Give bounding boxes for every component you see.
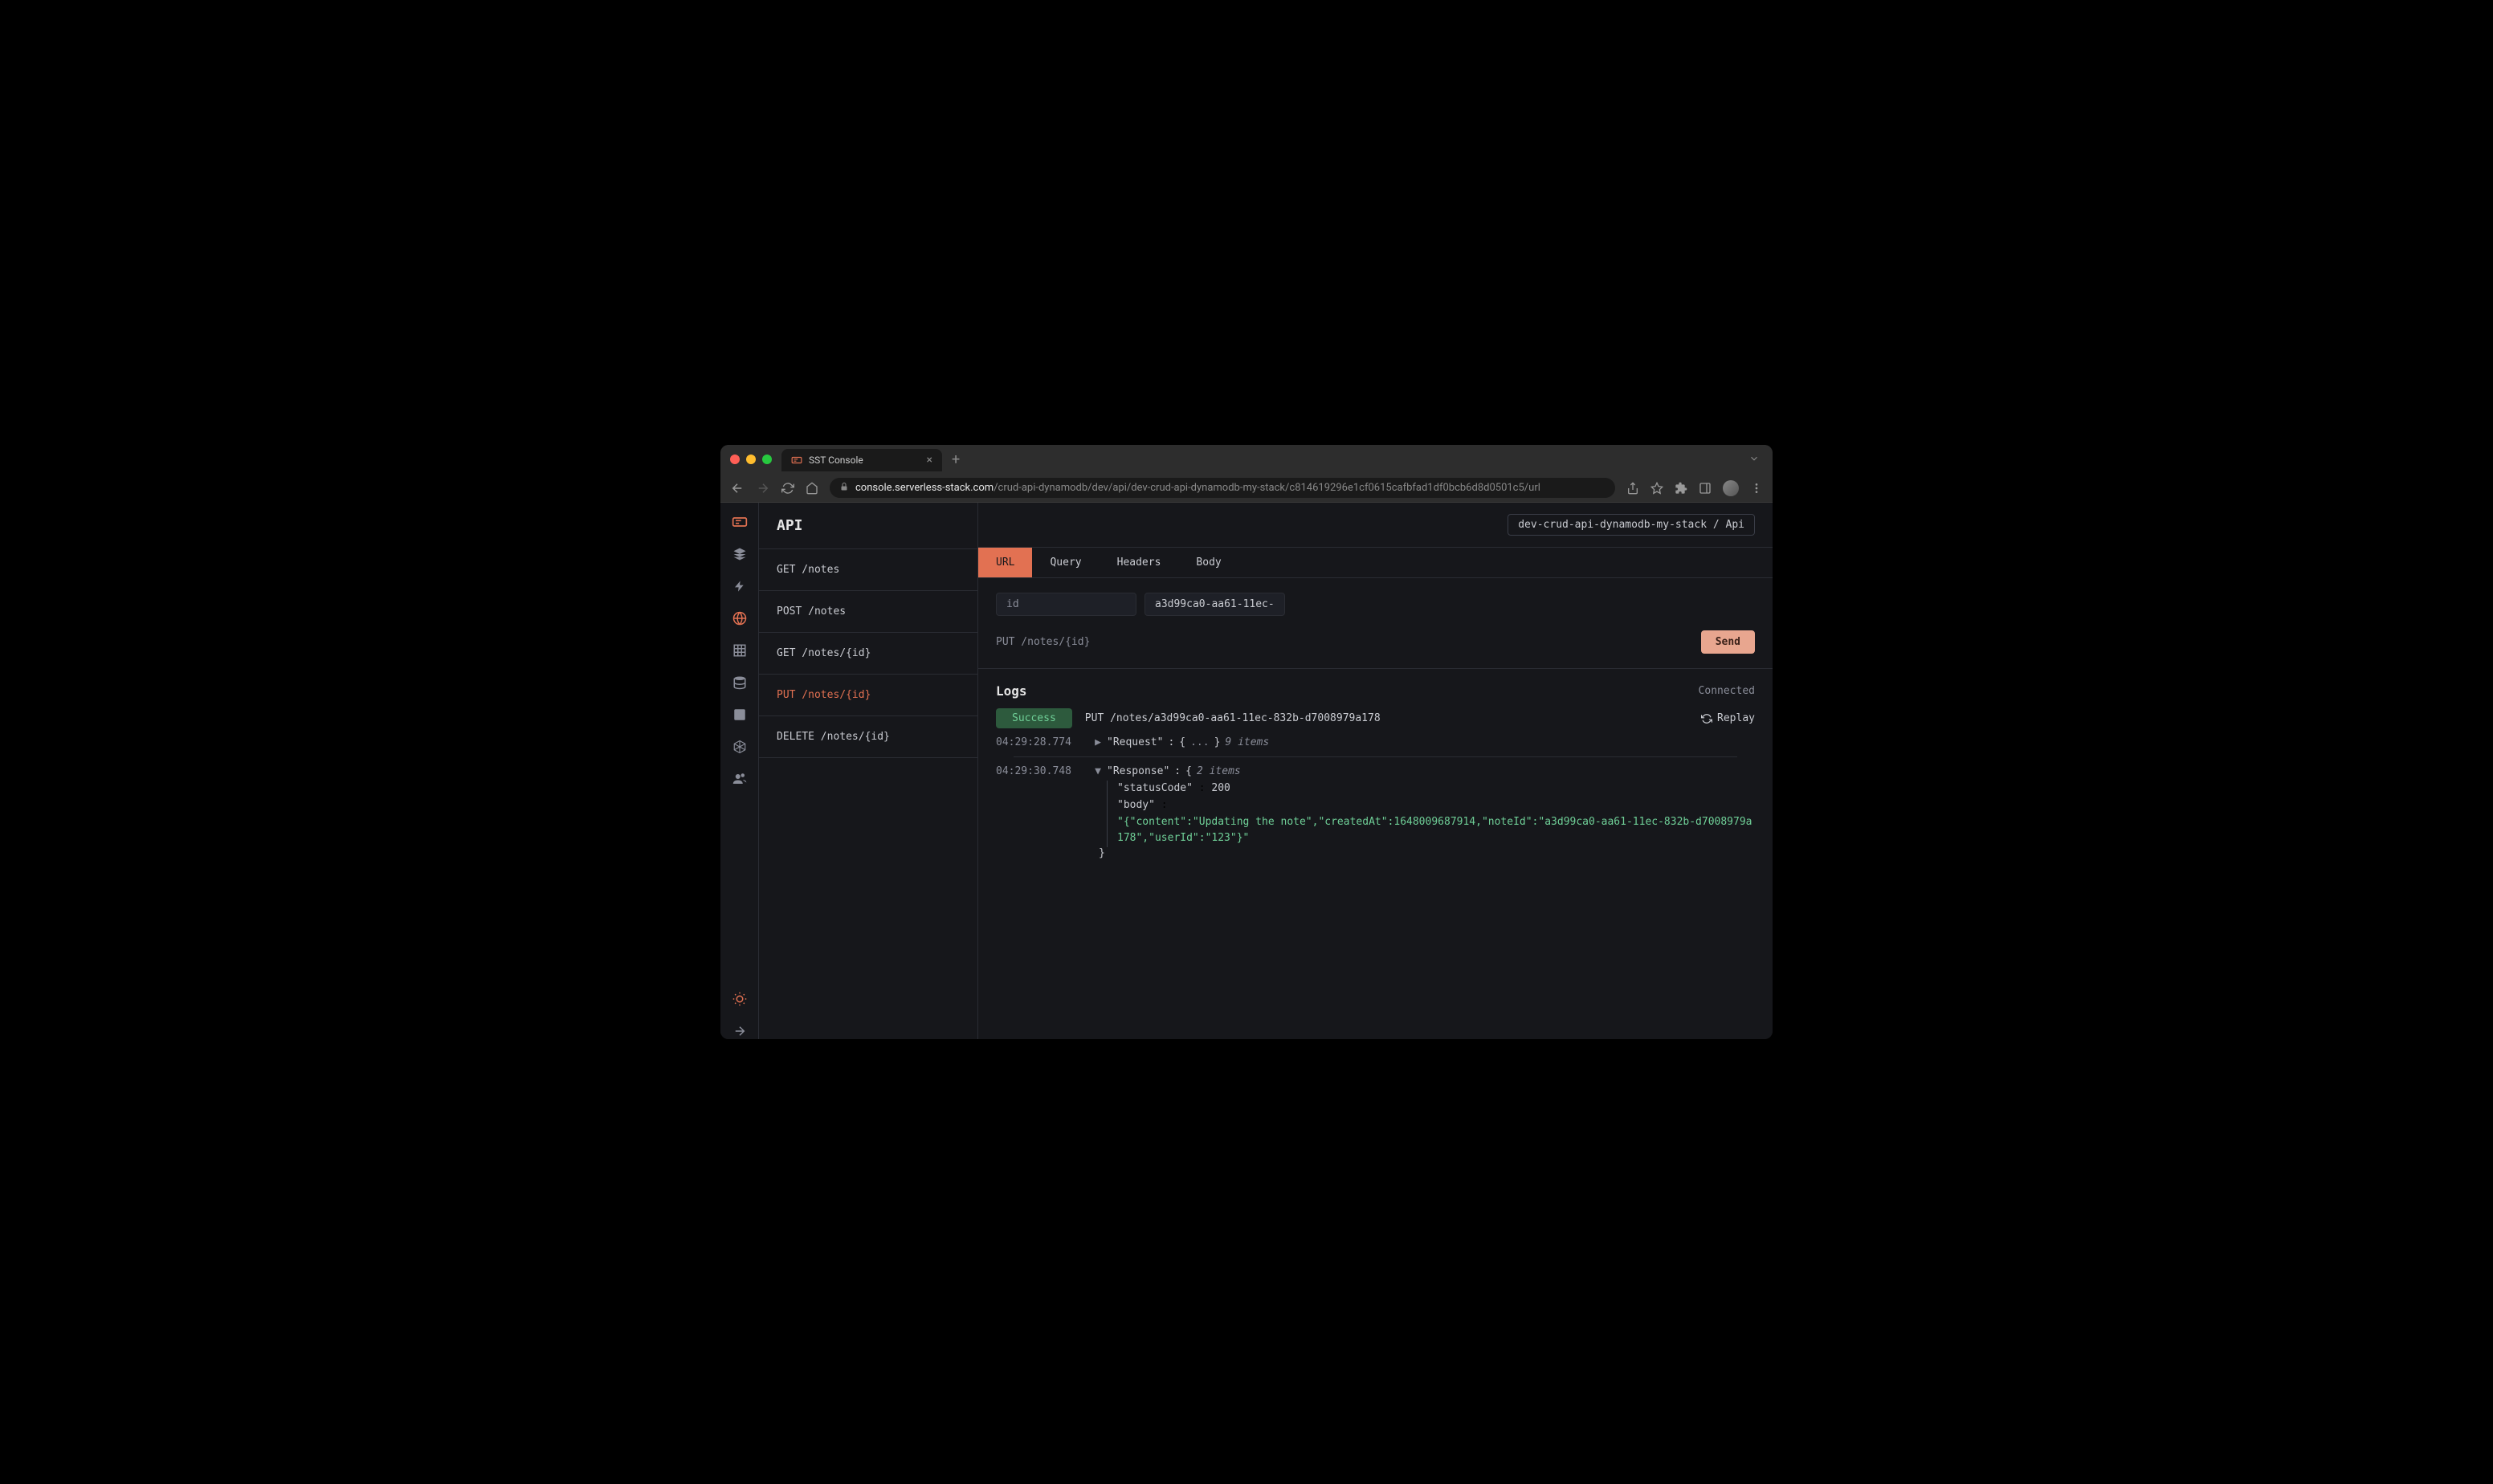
replay-label: Replay bbox=[1717, 712, 1755, 724]
traffic-lights bbox=[730, 455, 772, 464]
lock-icon bbox=[839, 482, 849, 494]
param-key-input[interactable] bbox=[996, 593, 1136, 616]
stacks-icon[interactable] bbox=[732, 546, 748, 562]
iconbar bbox=[720, 503, 759, 1039]
replay-icon bbox=[1701, 713, 1712, 724]
send-row: PUT /notes/{id} Send bbox=[978, 630, 1773, 669]
back-button[interactable] bbox=[730, 481, 745, 495]
tab-query[interactable]: Query bbox=[1032, 548, 1099, 577]
tab-body[interactable]: Body bbox=[1178, 548, 1238, 577]
database-icon[interactable] bbox=[732, 675, 748, 691]
request-path: PUT /notes/{id} bbox=[996, 636, 1090, 648]
param-value-input[interactable] bbox=[1144, 593, 1285, 616]
cognito-icon[interactable] bbox=[732, 771, 748, 787]
tab-url[interactable]: URL bbox=[978, 548, 1032, 577]
forward-button[interactable] bbox=[756, 481, 770, 495]
log-line-response[interactable]: 04:29:30.748 ▼ "Response" : { 2 items bbox=[996, 765, 1755, 777]
address-bar[interactable]: console.serverless-stack.com/crud-api-dy… bbox=[830, 478, 1615, 498]
route-list: API GET /notes POST /notes GET /notes/{i… bbox=[759, 503, 978, 1039]
page-title: API bbox=[759, 503, 977, 549]
tab-favicon-icon bbox=[791, 455, 802, 466]
share-icon[interactable] bbox=[1626, 482, 1639, 495]
expand-caret-icon[interactable]: ▶ bbox=[1094, 736, 1102, 748]
log-timestamp: 04:29:30.748 bbox=[996, 765, 1070, 777]
route-item-get-notes[interactable]: GET /notes bbox=[759, 549, 977, 591]
menu-icon[interactable] bbox=[1750, 482, 1763, 495]
graphql-icon[interactable] bbox=[732, 739, 748, 755]
log-timestamp: 04:29:28.774 bbox=[996, 736, 1070, 748]
close-window-icon[interactable] bbox=[730, 455, 740, 464]
browser-window: SST Console × + console.serverless-stack… bbox=[720, 445, 1773, 1039]
profile-avatar[interactable] bbox=[1723, 480, 1739, 496]
main-panel: dev-crud-api-dynamodb-my-stack / Api URL… bbox=[978, 503, 1773, 1039]
log-request-path: PUT /notes/a3d99ca0-aa61-11ec-832b-d7008… bbox=[1085, 712, 1688, 724]
route-item-post-notes[interactable]: POST /notes bbox=[759, 591, 977, 633]
log-detail: 04:29:28.774 ▶ "Request" : {...} 9 items… bbox=[978, 728, 1773, 859]
logs-header: Logs Connected bbox=[978, 669, 1773, 708]
maximize-window-icon[interactable] bbox=[762, 455, 772, 464]
close-tab-icon[interactable]: × bbox=[927, 454, 932, 467]
route-item-put-notes-id[interactable]: PUT /notes/{id} bbox=[759, 675, 977, 716]
params-row bbox=[978, 578, 1773, 630]
tab-title: SST Console bbox=[809, 455, 863, 466]
divider bbox=[1014, 756, 1737, 757]
main-header: dev-crud-api-dynamodb-my-stack / Api bbox=[978, 503, 1773, 548]
theme-toggle-icon[interactable] bbox=[732, 991, 748, 1007]
request-tabs: URL Query Headers Body bbox=[978, 548, 1773, 578]
connection-status: Connected bbox=[1699, 685, 1755, 697]
send-button[interactable]: Send bbox=[1701, 630, 1755, 654]
extensions-icon[interactable] bbox=[1675, 482, 1687, 495]
home-button[interactable] bbox=[806, 482, 818, 495]
json-close-brace: } bbox=[1099, 847, 1755, 859]
app: API GET /notes POST /notes GET /notes/{i… bbox=[720, 503, 1773, 1039]
stack-badge[interactable]: dev-crud-api-dynamodb-my-stack / Api bbox=[1508, 514, 1755, 536]
logs-title: Logs bbox=[996, 683, 1027, 699]
reload-button[interactable] bbox=[781, 482, 794, 495]
browser-toolbar: console.serverless-stack.com/crud-api-dy… bbox=[720, 474, 1773, 503]
logo-icon[interactable] bbox=[732, 514, 748, 530]
tab-headers[interactable]: Headers bbox=[1100, 548, 1179, 577]
tables-icon[interactable] bbox=[732, 642, 748, 658]
api-icon[interactable] bbox=[732, 610, 748, 626]
replay-button[interactable]: Replay bbox=[1701, 712, 1755, 724]
browser-tab[interactable]: SST Console × bbox=[781, 449, 942, 471]
minimize-window-icon[interactable] bbox=[746, 455, 756, 464]
route-item-get-notes-id[interactable]: GET /notes/{id} bbox=[759, 633, 977, 675]
log-request-summary: Success PUT /notes/a3d99ca0-aa61-11ec-83… bbox=[978, 708, 1773, 728]
bookmark-icon[interactable] bbox=[1650, 482, 1663, 495]
url-text: console.serverless-stack.com/crud-api-dy… bbox=[855, 482, 1540, 494]
titlebar: SST Console × + bbox=[720, 445, 1773, 474]
tabs-menu-icon[interactable] bbox=[1748, 452, 1760, 467]
buckets-icon[interactable] bbox=[732, 707, 748, 723]
functions-icon[interactable] bbox=[732, 578, 748, 594]
route-item-delete-notes-id[interactable]: DELETE /notes/{id} bbox=[759, 716, 977, 758]
status-badge: Success bbox=[996, 708, 1072, 728]
collapse-caret-icon[interactable]: ▼ bbox=[1094, 765, 1102, 777]
new-tab-button[interactable]: + bbox=[952, 451, 960, 468]
log-response-body: "statusCode" : 200 "body" : "{"content":… bbox=[1107, 781, 1755, 847]
collapse-icon[interactable] bbox=[732, 1023, 748, 1039]
panel-icon[interactable] bbox=[1699, 482, 1712, 495]
log-line-request[interactable]: 04:29:28.774 ▶ "Request" : {...} 9 items bbox=[996, 736, 1755, 748]
